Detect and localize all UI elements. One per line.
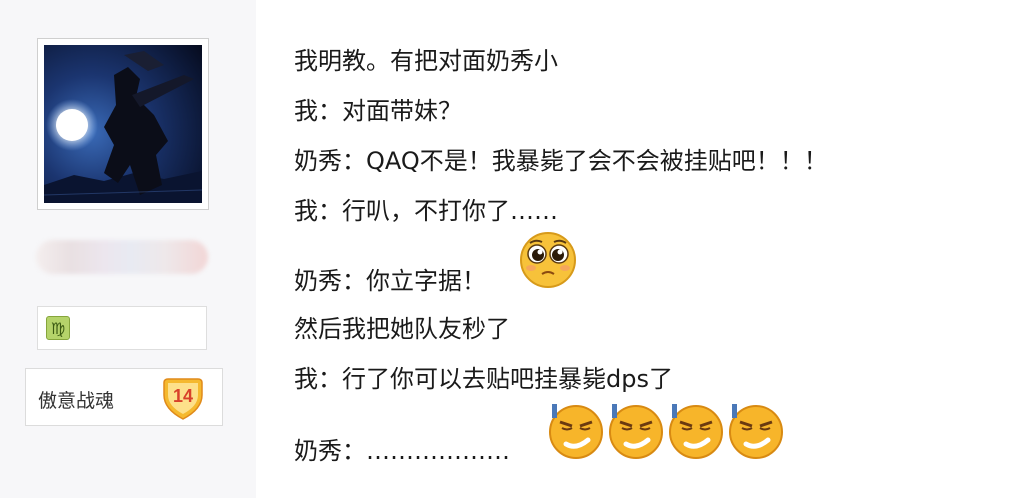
rank-title: 傲意战魂 xyxy=(38,390,115,412)
smug-face-icon xyxy=(609,404,663,459)
post-line: 奶秀：QAQ不是！我暴毙了会不会被挂贴吧！！！ xyxy=(294,147,828,175)
zodiac-box: ♍ xyxy=(37,306,207,350)
smug-face-icon xyxy=(549,404,603,459)
post-line: 我：行叭，不打你了…… xyxy=(294,197,558,225)
blurred-username xyxy=(36,240,208,274)
post-line: 我明教。有把对面奶秀小 xyxy=(294,47,558,75)
avatar[interactable] xyxy=(37,38,209,210)
post-line: 奶秀：你立字据！ xyxy=(294,267,486,295)
pleading-face-icon xyxy=(520,232,576,288)
user-sidebar: ♍ 傲意战魂 14 xyxy=(0,0,256,498)
post-line: 我：对面带妹？ xyxy=(294,97,462,125)
rank-level-badge: 14 xyxy=(163,378,203,420)
virgo-icon: ♍ xyxy=(46,316,70,340)
avatar-image xyxy=(44,45,202,203)
post-line: 然后我把她队友秒了 xyxy=(294,315,510,343)
smug-face-icon xyxy=(669,404,723,459)
post-content: 我明教。有把对面奶秀小 我：对面带妹？ 奶秀：QAQ不是！我暴毙了会不会被挂贴吧… xyxy=(256,0,1022,498)
rank-box: 傲意战魂 14 xyxy=(25,368,223,426)
post-line: 奶秀：……………… xyxy=(294,437,510,465)
smug-face-icon xyxy=(729,404,783,459)
post-line: 我：行了你可以去贴吧挂暴毙dps了 xyxy=(294,365,673,393)
rank-level: 14 xyxy=(173,386,193,406)
